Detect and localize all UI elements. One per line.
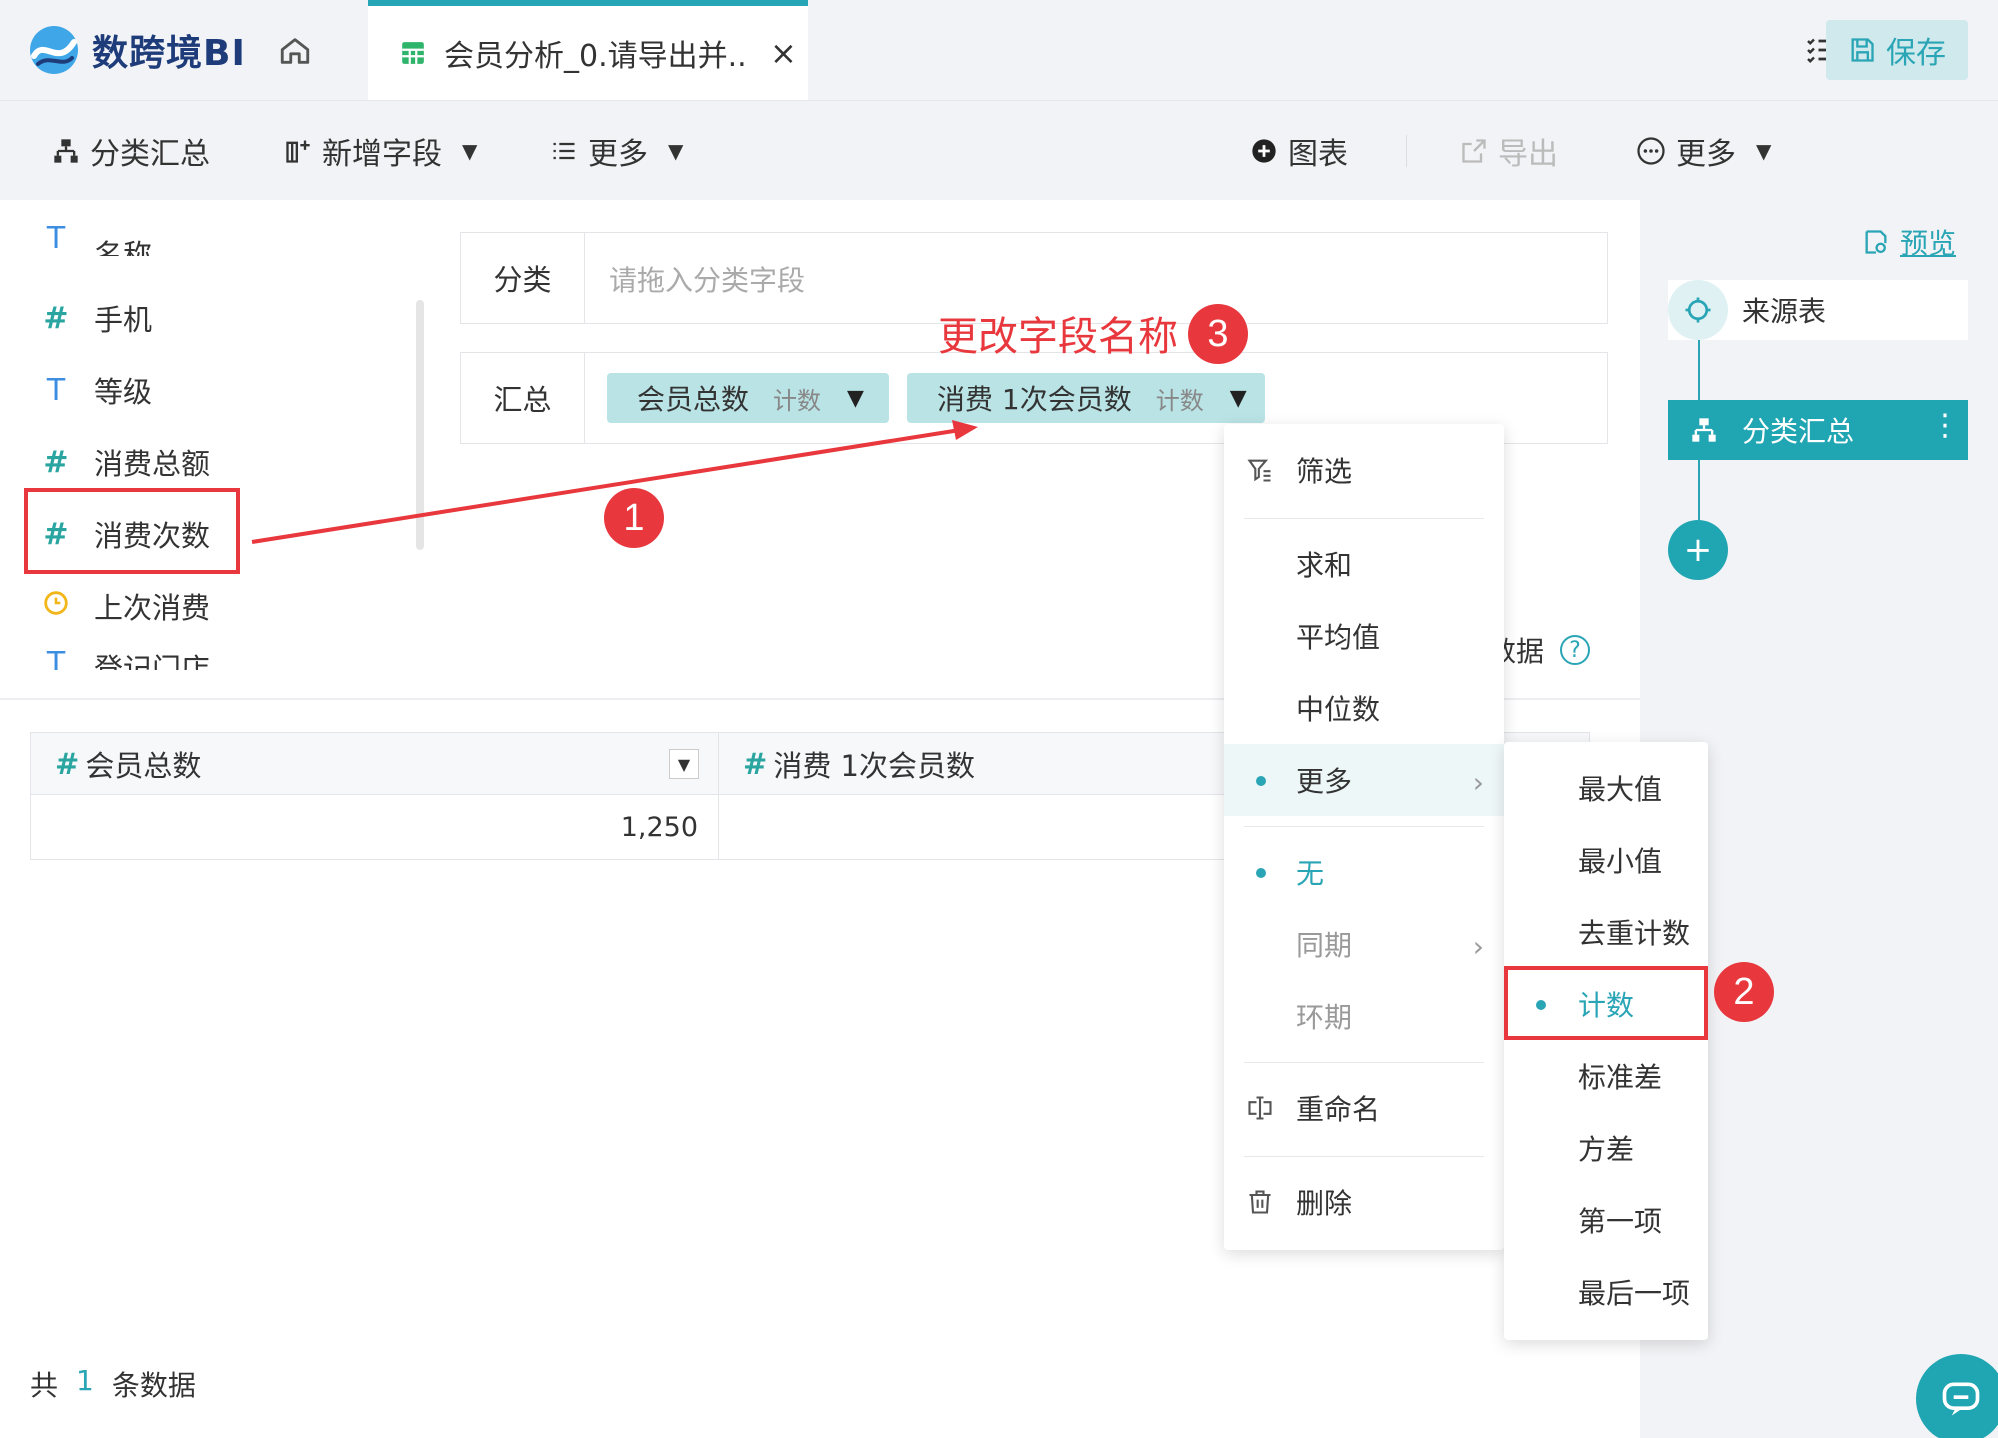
preview-label: 预览 <box>1900 227 1957 260</box>
menu-item-label: 平均值 <box>1296 621 1381 654</box>
menu-divider <box>1244 1062 1484 1063</box>
submenu-item-first[interactable]: 第一项 <box>1504 1184 1708 1256</box>
menu-item-rename[interactable]: 重命名 <box>1224 1072 1504 1144</box>
menu-item-label: 中位数 <box>1296 693 1381 726</box>
submenu-item-min[interactable]: 最小值 <box>1504 824 1708 896</box>
number-type-icon: # <box>743 746 768 781</box>
selected-dot-icon <box>1256 868 1266 878</box>
chat-icon <box>1942 1382 1980 1416</box>
flow-node-source[interactable]: 来源表 <box>1668 280 1968 340</box>
menu-divider <box>1244 518 1484 519</box>
chevron-right-icon: › <box>1472 930 1484 963</box>
row-count-number: 1 <box>76 1364 94 1397</box>
target-icon <box>1668 280 1728 340</box>
submenu-item-max[interactable]: 最大值 <box>1504 752 1708 824</box>
annotation-badge-1: 1 <box>604 488 664 548</box>
annotation-text-3: 更改字段名称 <box>938 314 1178 360</box>
column-dropdown-icon[interactable]: ▼ <box>669 749 699 779</box>
menu-item-more[interactable]: 更多 › <box>1224 744 1504 816</box>
add-node-button[interactable]: + <box>1668 520 1728 580</box>
menu-item-label: 无 <box>1296 857 1325 890</box>
table-cell: 1,250 <box>31 795 719 859</box>
selected-dot-icon <box>1256 776 1266 786</box>
table-header-member-total[interactable]: # 会员总数 <box>31 733 719 795</box>
row-count: 共 1 条数据 <box>30 1364 196 1404</box>
menu-item-none[interactable]: 无 <box>1224 836 1504 908</box>
submenu-item-distinct-count[interactable]: 去重计数 <box>1504 896 1708 968</box>
node-menu-icon[interactable]: ⋮ <box>1930 408 1960 443</box>
flow-connector <box>1698 340 1700 400</box>
submenu-item-stddev[interactable]: 标准差 <box>1504 1040 1708 1112</box>
menu-divider <box>1244 826 1484 827</box>
chevron-right-icon: › <box>1472 766 1484 799</box>
column-name: 消费 1次会员数 <box>773 748 975 783</box>
annotation-badge-3: 3 <box>1188 304 1248 364</box>
menu-item-delete[interactable]: 删除 <box>1224 1166 1504 1238</box>
submenu-item-last[interactable]: 最后一项 <box>1504 1256 1708 1328</box>
row-count-prefix: 共 <box>30 1369 59 1402</box>
hierarchy-icon <box>1692 418 1716 442</box>
filter-icon <box>1247 459 1271 482</box>
menu-item-sum[interactable]: 求和 <box>1224 528 1504 600</box>
menu-item-label: 同期 <box>1296 929 1353 962</box>
rename-icon <box>1248 1096 1272 1120</box>
menu-item-median[interactable]: 中位数 <box>1224 672 1504 744</box>
menu-item-yoy[interactable]: 同期 › <box>1224 908 1504 980</box>
menu-item-mom[interactable]: 环期 <box>1224 980 1504 1052</box>
field-options-menu: 筛选 求和 平均值 中位数 更多 › 无 同期 › 环期 重命名 删除 <box>1224 424 1504 1250</box>
menu-item-label: 更多 <box>1296 765 1353 798</box>
flow-node-group-summary[interactable]: 分类汇总 <box>1668 400 1968 460</box>
source-node-label: 来源表 <box>1742 295 1827 328</box>
agg-node-label: 分类汇总 <box>1742 415 1855 448</box>
flow-connector <box>1698 460 1700 520</box>
annotation-highlight-box-2 <box>1504 966 1708 1040</box>
chat-support-button[interactable] <box>1916 1354 1998 1438</box>
menu-item-label: 环期 <box>1296 1001 1353 1034</box>
menu-item-filter[interactable]: 筛选 <box>1224 434 1504 506</box>
help-icon[interactable]: ? <box>1560 635 1591 665</box>
preview-icon <box>1865 230 1887 254</box>
more-aggregation-submenu: 最大值 最小值 去重计数 计数 标准差 方差 第一项 最后一项 <box>1504 742 1708 1340</box>
menu-item-average[interactable]: 平均值 <box>1224 600 1504 672</box>
menu-item-label: 筛选 <box>1296 455 1353 488</box>
submenu-item-variance[interactable]: 方差 <box>1504 1112 1708 1184</box>
row-count-suffix: 条数据 <box>111 1369 196 1402</box>
trash-icon <box>1249 1190 1271 1214</box>
menu-item-label: 求和 <box>1296 549 1353 582</box>
preview-link[interactable]: 预览 <box>1862 222 1956 262</box>
menu-divider <box>1244 1156 1484 1157</box>
column-name: 会员总数 <box>85 748 202 783</box>
menu-item-label: 删除 <box>1296 1187 1353 1220</box>
number-type-icon: # <box>55 746 80 781</box>
annotation-badge-2: 2 <box>1714 962 1774 1022</box>
menu-item-label: 重命名 <box>1296 1093 1381 1126</box>
